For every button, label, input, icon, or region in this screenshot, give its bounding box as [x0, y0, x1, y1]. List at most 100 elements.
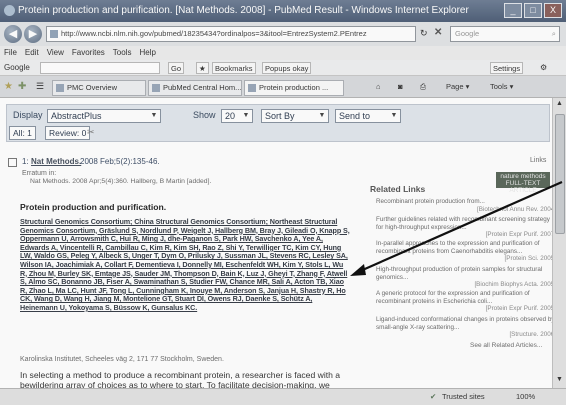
chevron-down-icon: ▼	[390, 112, 398, 119]
menu-file[interactable]: File	[4, 46, 17, 60]
title-bar: Protein production and purification. [Na…	[0, 0, 566, 22]
address-bar: ◀ ▶ http://www.ncbi.nlm.nih.gov/pubmed/1…	[0, 22, 566, 46]
show-count-select[interactable]: 20 ▼	[221, 109, 253, 123]
links-link[interactable]: Links	[530, 157, 546, 164]
maximize-button[interactable]: □	[524, 3, 542, 18]
home-icon[interactable]: ⌂	[376, 80, 381, 94]
close-button[interactable]: X	[544, 3, 562, 18]
menu-edit[interactable]: Edit	[25, 46, 39, 60]
tab-list-icon[interactable]: ☰	[36, 81, 44, 92]
security-zone: Trusted sites	[442, 392, 485, 401]
back-arrow-icon[interactable]: ◀	[4, 25, 22, 43]
star-icon[interactable]: ★	[196, 62, 209, 74]
tab-all[interactable]: All: 1	[9, 126, 36, 140]
related-link-meta: [Protein Sci. 2005]	[504, 255, 556, 263]
scroll-down-icon[interactable]: ▼	[556, 376, 563, 383]
see-all-related-link[interactable]: See all Related Articles...	[470, 342, 542, 349]
fulltext-link-button[interactable]: nature methods FULL-TEXT ARTICLE	[496, 172, 550, 194]
related-link-text: A generic protocol for the expression an…	[376, 290, 530, 305]
related-link-item[interactable]: A generic protocol for the expression an…	[376, 290, 556, 313]
send-to-select[interactable]: Send to ▼	[335, 109, 401, 123]
menu-help[interactable]: Help	[139, 46, 155, 60]
tab-label: Protein production ...	[259, 83, 329, 92]
google-toolbar-label: Google	[4, 63, 30, 72]
minimize-button[interactable]: _	[504, 3, 522, 18]
tab-favicon	[248, 84, 256, 92]
related-link-meta: [Structure. 2006]	[509, 331, 556, 339]
tools-menu[interactable]: Tools ▾	[490, 80, 513, 94]
tab-review[interactable]: Review: 0	[45, 126, 91, 140]
google-search-input[interactable]	[40, 62, 160, 74]
chevron-down-icon: ▼	[150, 112, 158, 119]
google-toolbar: Google Go ★ Bookmarks Popups okay Settin…	[0, 60, 566, 76]
display-settings-bar: Display AbstractPlus ▼ Show 20 ▼ Sort By…	[6, 104, 550, 142]
erratum-text: Nat Methods. 2008 Apr;5(4):360. Hallberg…	[30, 178, 212, 185]
tab-bar: ★ ✚ ☰ PMC Overview PubMed Central Hom...…	[0, 76, 566, 98]
popups-button[interactable]: Popups okay	[262, 62, 312, 74]
article-index: 1:	[22, 157, 29, 166]
page-menu[interactable]: Page ▾	[446, 80, 469, 94]
print-icon[interactable]: ⎙	[420, 80, 426, 94]
forward-arrow-icon[interactable]: ▶	[24, 25, 42, 43]
feeds-icon[interactable]: ◙	[398, 80, 403, 94]
format-select-value: AbstractPlus	[51, 111, 102, 121]
send-to-value: Send to	[339, 111, 371, 121]
related-link-meta: [Biotechnol Annu Rev. 2004]	[477, 205, 556, 213]
related-link-item[interactable]: High-throughput production of protein sa…	[376, 266, 556, 289]
vertical-scrollbar[interactable]: ▲ ▼	[552, 98, 566, 388]
related-link-item[interactable]: Ligand-induced conformational changes in…	[376, 316, 556, 339]
show-label: Show	[193, 110, 216, 120]
status-bar: ✔ Trusted sites 100%	[0, 388, 566, 405]
search-placeholder: Google	[455, 29, 480, 38]
search-field[interactable]: Google ⌕	[450, 26, 560, 42]
related-link-item[interactable]: Recombinant protein production from... […	[376, 198, 556, 213]
tab-protein-production[interactable]: Protein production ...	[244, 80, 344, 96]
tab-favicon	[56, 84, 64, 92]
add-favorites-icon[interactable]: ✚	[18, 81, 26, 92]
google-go-button[interactable]: Go	[168, 62, 185, 74]
related-links-heading: Related Links	[370, 184, 426, 194]
scroll-thumb[interactable]	[555, 114, 565, 234]
stop-icon[interactable]: ✕	[434, 27, 442, 38]
window-controls: _ □ X	[504, 3, 562, 18]
tab-pmc-overview[interactable]: PMC Overview	[52, 80, 146, 96]
related-link-meta: [Protein Expr Purif. 2007]	[485, 231, 556, 239]
author-list[interactable]: Structural Genomics Consortium; China St…	[20, 217, 352, 313]
add-tab-icon[interactable]: ✂	[87, 127, 95, 138]
related-link-item[interactable]: Further guidelines related with recombin…	[376, 216, 556, 239]
tab-pubmed-central[interactable]: PubMed Central Hom...	[148, 80, 242, 96]
refresh-icon[interactable]: ↻	[420, 28, 428, 39]
related-link-meta: [Biochim Biophys Acta. 2005]	[474, 281, 556, 289]
google-settings-button[interactable]: Settings	[490, 62, 524, 74]
page-content: Display AbstractPlus ▼ Show 20 ▼ Sort By…	[0, 98, 566, 388]
page-icon	[50, 30, 58, 38]
related-link-item[interactable]: In-parallel approaches to the expression…	[376, 240, 556, 263]
sort-select[interactable]: Sort By ▼	[261, 109, 329, 123]
journal-link[interactable]: Nat Methods.	[31, 157, 81, 166]
tab-favicon	[152, 84, 160, 92]
article-title: Protein production and purification.	[20, 202, 167, 212]
search-icon[interactable]: ⌕	[552, 27, 556, 41]
zoom-level[interactable]: 100%	[516, 389, 535, 405]
erratum-label: Erratum in:	[22, 170, 57, 177]
scroll-up-icon[interactable]: ▲	[556, 100, 563, 107]
menu-tools[interactable]: Tools	[113, 46, 132, 60]
url-field[interactable]: http://www.ncbi.nlm.nih.gov/pubmed/18235…	[46, 26, 416, 42]
wrench-icon[interactable]: ⚙	[540, 60, 547, 76]
browser-window: Protein production and purification. [Na…	[0, 0, 566, 405]
menu-favorites[interactable]: Favorites	[72, 46, 105, 60]
menu-bar: File Edit View Favorites Tools Help	[0, 46, 566, 60]
bookmarks-button[interactable]: Bookmarks	[212, 62, 256, 74]
window-title: Protein production and purification. [Na…	[18, 5, 469, 16]
article-checkbox[interactable]	[8, 158, 17, 167]
show-count-value: 20	[225, 111, 236, 121]
citation-details: 2008 Feb;5(2):135-46.	[80, 157, 160, 166]
sort-select-value: Sort By	[265, 111, 295, 121]
chevron-down-icon: ▼	[318, 112, 326, 119]
display-label: Display	[13, 110, 43, 120]
related-link-text: Recombinant protein production from...	[376, 198, 485, 205]
favorites-star-icon[interactable]: ★	[4, 81, 13, 92]
menu-view[interactable]: View	[47, 46, 64, 60]
format-select[interactable]: AbstractPlus ▼	[47, 109, 161, 123]
affiliation: Karolinska Institutet, Scheeles väg 2, 1…	[20, 356, 224, 363]
